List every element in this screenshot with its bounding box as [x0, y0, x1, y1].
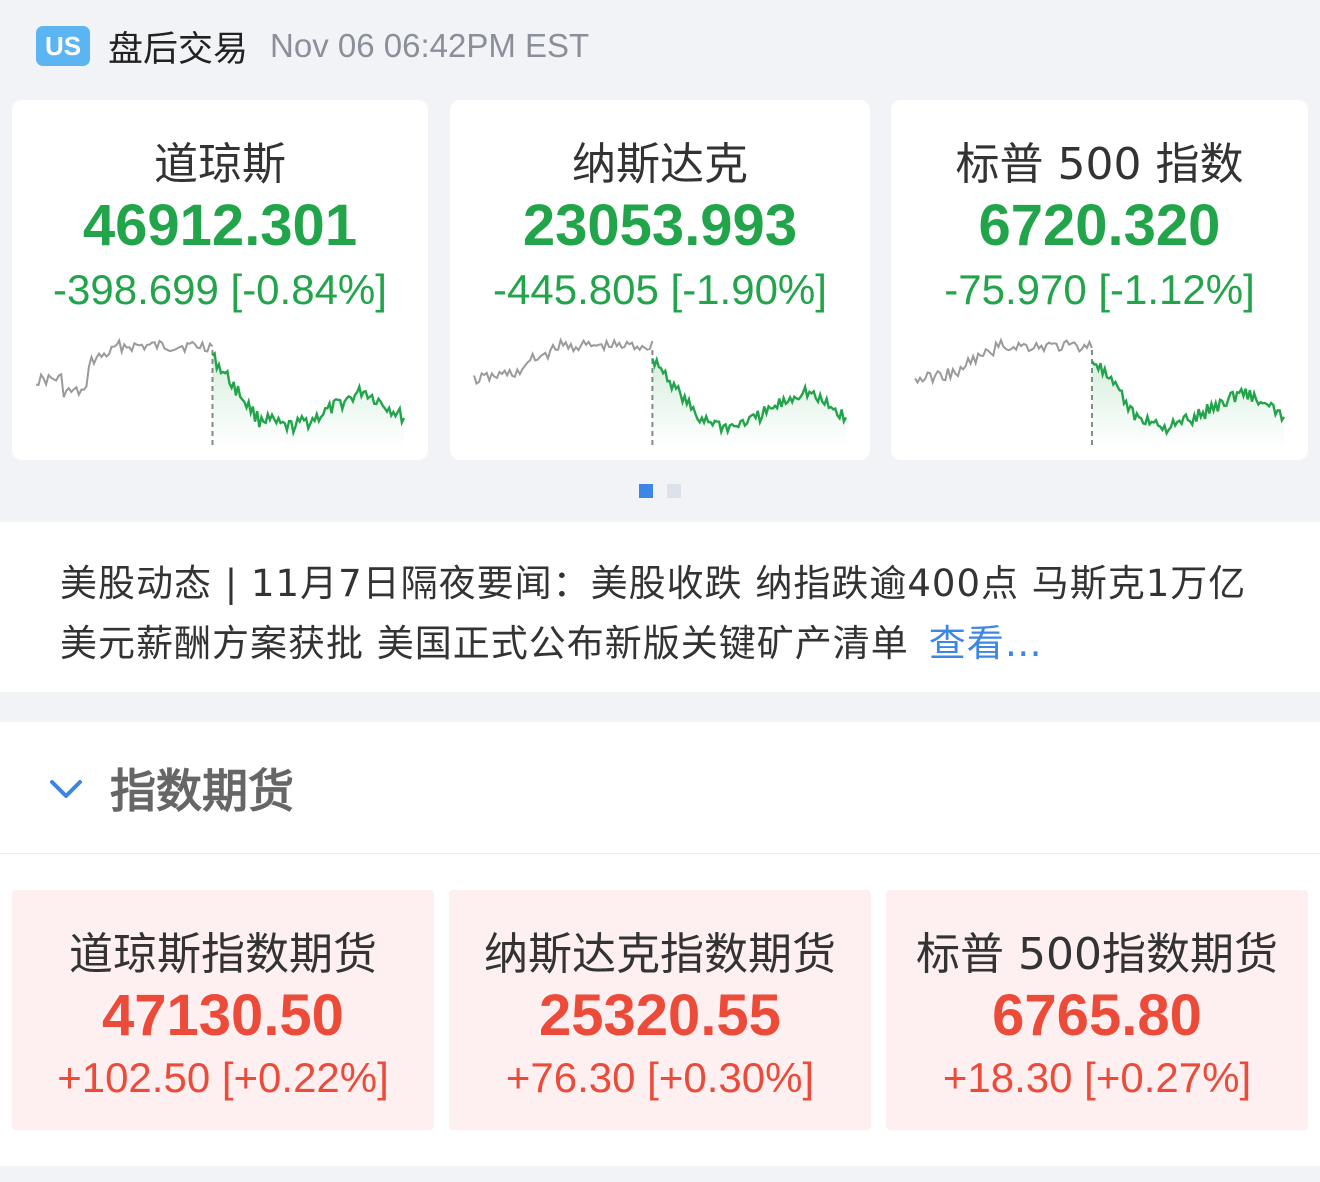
futures-change: +102.50 [+0.22%] [57, 1054, 389, 1101]
news-headline: 美股动态 | 11月7日隔夜要闻：美股收跌 纳指跌逾400点 马斯克1万亿美元薪… [60, 554, 1260, 674]
chevron-down-icon [50, 779, 82, 798]
status-header: US 盘后交易 Nov 06 06:42PM EST [0, 0, 1320, 92]
premarket-line [914, 337, 1093, 386]
futures-value: 6765.80 [992, 983, 1202, 1048]
index-value: 46912.301 [82, 193, 358, 258]
session-time: Nov 06 06:42PM EST [270, 27, 590, 64]
futures-card-nasdaq[interactable]: 纳斯达克指数期货 25320.55 +76.30 [+0.30%] [449, 890, 871, 1130]
index-change: -398.699 [-0.84%] [53, 266, 387, 313]
futures-change: +76.30 [+0.30%] [505, 1054, 815, 1101]
futures-name: 标普 500指数期货 [916, 929, 1278, 980]
index-value: 23053.993 [522, 193, 798, 258]
afterhours-area [652, 358, 846, 448]
sparkline-chart [473, 337, 848, 448]
market-badge: US [36, 26, 90, 66]
index-value: 6720.320 [978, 193, 1221, 258]
pager-dot-1[interactable] [639, 484, 653, 498]
news-text: 美股动态 | 11月7日隔夜要闻：美股收跌 纳指跌逾400点 马斯克1万亿美元薪… [60, 562, 1247, 665]
bottom-divider [0, 1166, 1320, 1182]
futures-card-dow[interactable]: 道琼斯指数期货 47130.50 +102.50 [+0.22%] [12, 890, 434, 1130]
sparkline-chart [35, 337, 406, 448]
futures-change: +18.30 [+0.27%] [942, 1054, 1252, 1101]
index-card-dow[interactable]: 道琼斯 46912.301 -398.699 [-0.84%] [12, 100, 428, 460]
futures-title: 指数期货 [110, 763, 294, 818]
futures-value: 25320.55 [539, 983, 781, 1048]
futures-header[interactable]: 指数期货 [0, 722, 1320, 854]
index-change: -75.970 [-1.12%] [944, 266, 1255, 313]
news-banner[interactable]: 美股动态 | 11月7日隔夜要闻：美股收跌 纳指跌逾400点 马斯克1万亿美元薪… [0, 522, 1320, 692]
sparkline-chart [914, 337, 1286, 448]
pager-dot-2[interactable] [667, 484, 681, 498]
futures-value: 47130.50 [102, 983, 344, 1048]
index-card-nasdaq[interactable]: 纳斯达克 23053.993 -445.805 [-1.90%] [450, 100, 870, 460]
afterhours-area [212, 353, 404, 448]
afterhours-area [1091, 361, 1284, 448]
index-name: 道琼斯 [154, 139, 286, 190]
index-name: 纳斯达克 [572, 139, 748, 190]
index-change: -445.805 [-1.90%] [493, 266, 827, 313]
view-more-link[interactable]: 查看… [929, 622, 1043, 665]
index-name: 标普 500 指数 [955, 139, 1244, 190]
futures-card-sp500[interactable]: 标普 500指数期货 6765.80 +18.30 [+0.27%] [886, 890, 1308, 1130]
index-card-sp500[interactable]: 标普 500 指数 6720.320 -75.970 [-1.12%] [891, 100, 1308, 460]
session-title: 盘后交易 [108, 29, 249, 70]
futures-name: 道琼斯指数期货 [69, 929, 377, 980]
futures-name: 纳斯达克指数期货 [484, 929, 836, 980]
premarket-line [473, 337, 654, 386]
carousel-pager [0, 484, 1320, 498]
premarket-line [35, 337, 214, 398]
